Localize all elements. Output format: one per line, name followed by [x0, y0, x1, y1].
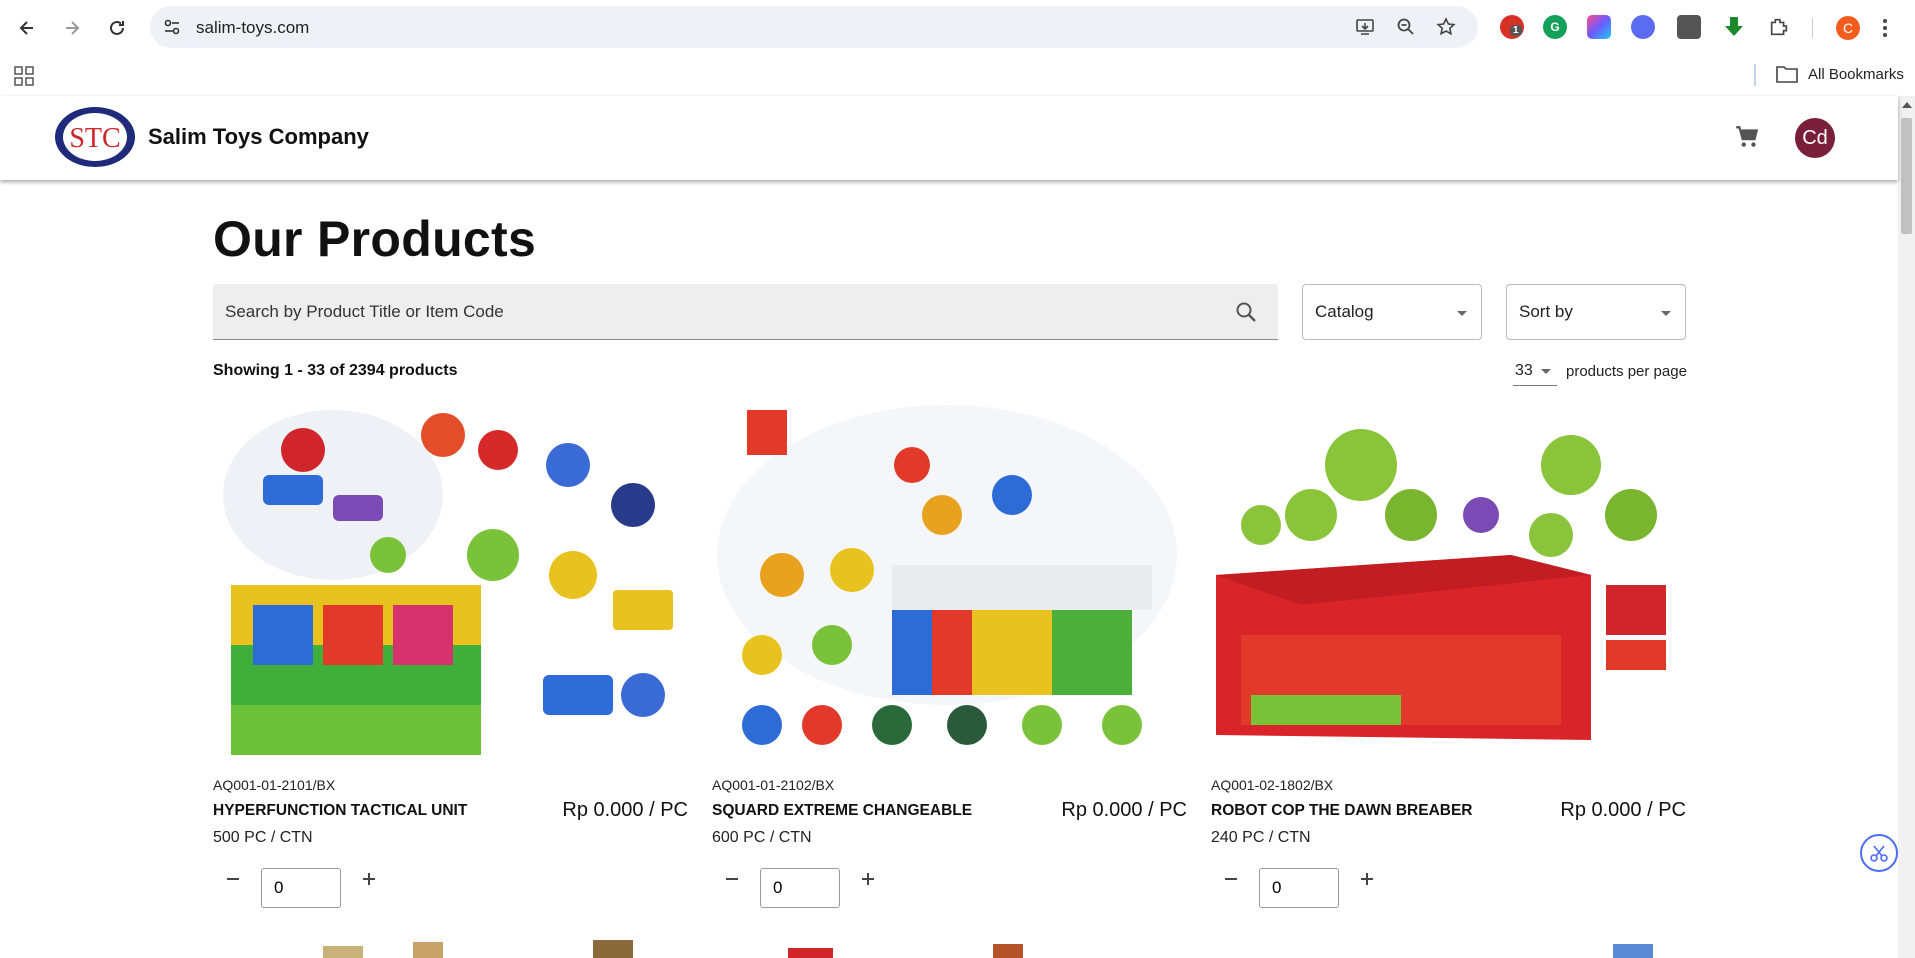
bookmark-star-icon[interactable]	[1436, 17, 1456, 37]
back-button[interactable]	[11, 12, 43, 44]
product-price: Rp 0.000 / PC	[562, 799, 688, 821]
product-code: AQ001-01-2101/BX	[213, 777, 336, 793]
product-image[interactable]	[213, 405, 688, 760]
floating-assistant-button[interactable]	[1860, 834, 1898, 872]
browser-profile-button[interactable]: C	[1836, 16, 1860, 40]
product-image[interactable]	[712, 405, 1187, 760]
product-price: Rp 0.000 / PC	[1560, 799, 1686, 821]
plus-icon	[1361, 873, 1373, 885]
browser-toolbar: salim-toys.com 1 G C	[0, 0, 1915, 56]
color-picker-extension-icon[interactable]	[1587, 15, 1611, 39]
minus-icon	[227, 878, 239, 880]
chevron-down-icon	[1541, 369, 1551, 374]
plus-icon	[862, 873, 874, 885]
user-avatar[interactable]: Cd	[1795, 118, 1835, 158]
increase-quantity-button[interactable]	[357, 867, 381, 891]
toolbar-divider	[1812, 18, 1813, 38]
brand-name[interactable]: Salim Toys Company	[148, 124, 369, 150]
extension-badge: 1	[1510, 25, 1522, 36]
catalog-label: Catalog	[1315, 302, 1374, 321]
forward-button[interactable]	[56, 12, 88, 44]
site-info-icon[interactable]	[162, 17, 182, 37]
page-title: Our Products	[213, 211, 537, 267]
folder-icon	[1776, 66, 1798, 83]
product-card: AQ001-01-2102/BX SQUARD EXTREME CHANGEAB…	[712, 405, 1187, 915]
product-card: AQ001-01-2101/BX HYPERFUNCTION TACTICAL …	[213, 405, 688, 915]
minus-icon	[726, 878, 738, 880]
back-arrow-icon	[19, 21, 33, 35]
all-bookmarks-button[interactable]: All Bookmarks	[1776, 65, 1904, 83]
chevron-down-icon	[1457, 311, 1467, 316]
sort-label: Sort by	[1519, 302, 1573, 321]
product-search[interactable]	[213, 284, 1278, 340]
decrease-quantity-button[interactable]	[720, 867, 744, 891]
page-scrollbar[interactable]	[1898, 96, 1915, 958]
site-header: STC Salim Toys Company Cd	[0, 96, 1898, 180]
decrease-quantity-button[interactable]	[1219, 867, 1243, 891]
minus-icon	[1225, 878, 1237, 880]
next-product-row-preview	[213, 930, 1688, 958]
all-bookmarks-label: All Bookmarks	[1808, 65, 1904, 83]
increase-quantity-button[interactable]	[1355, 867, 1379, 891]
catalog-select[interactable]: Catalog	[1302, 284, 1482, 340]
product-code: AQ001-01-2102/BX	[712, 777, 835, 793]
search-icon[interactable]	[1235, 301, 1257, 323]
robot-extension-icon[interactable]	[1677, 15, 1701, 39]
extension-red-icon[interactable]: 1	[1500, 15, 1524, 39]
quantity-input[interactable]	[1259, 868, 1339, 908]
results-count: Showing 1 - 33 of 2394 products	[213, 362, 458, 379]
zoom-icon[interactable]	[1396, 17, 1416, 37]
product-pack-size: 600 PC / CTN	[712, 829, 812, 846]
extensions-puzzle-icon[interactable]	[1767, 15, 1791, 39]
chevron-down-icon	[1661, 311, 1671, 316]
increase-quantity-button[interactable]	[856, 867, 880, 891]
scissors-icon	[1870, 845, 1888, 862]
product-card: AQ001-02-1802/BX ROBOT COP THE DAWN BREA…	[1211, 405, 1686, 915]
quantity-input[interactable]	[261, 868, 341, 908]
plus-icon	[363, 873, 375, 885]
address-bar[interactable]: salim-toys.com	[150, 6, 1478, 48]
quantity-input[interactable]	[760, 868, 840, 908]
product-title[interactable]: ROBOT COP THE DAWN BREABER	[1211, 802, 1473, 820]
reload-icon	[110, 20, 124, 35]
product-image[interactable]	[1211, 405, 1686, 760]
scroll-up-arrow-icon[interactable]	[1902, 102, 1912, 108]
sort-select[interactable]: Sort by	[1506, 284, 1686, 340]
product-title[interactable]: HYPERFUNCTION TACTICAL UNIT	[213, 802, 467, 820]
bookmarks-bar: All Bookmarks	[0, 56, 1915, 96]
per-page-value: 33	[1515, 362, 1533, 379]
per-page-select[interactable]: 33	[1513, 358, 1557, 386]
scroll-thumb[interactable]	[1901, 118, 1912, 234]
logo-text: STC	[69, 123, 120, 154]
product-pack-size: 240 PC / CTN	[1211, 829, 1311, 846]
download-extension-icon[interactable]	[1722, 15, 1746, 39]
product-code: AQ001-02-1802/BX	[1211, 777, 1334, 793]
search-input[interactable]	[225, 284, 1205, 340]
cart-icon[interactable]	[1734, 124, 1760, 150]
product-pack-size: 500 PC / CTN	[213, 829, 313, 846]
forward-arrow-icon	[66, 21, 80, 35]
reload-button[interactable]	[101, 12, 133, 44]
company-logo[interactable]: STC	[54, 106, 136, 168]
assistant-extension-icon[interactable]	[1631, 15, 1655, 39]
bookmarks-divider	[1754, 64, 1756, 86]
grammarly-icon[interactable]: G	[1543, 15, 1567, 39]
decrease-quantity-button[interactable]	[221, 867, 245, 891]
product-price: Rp 0.000 / PC	[1061, 799, 1187, 821]
install-app-icon[interactable]	[1355, 17, 1375, 37]
browser-menu-icon[interactable]	[1882, 18, 1888, 38]
url-text[interactable]: salim-toys.com	[196, 18, 309, 38]
product-title[interactable]: SQUARD EXTREME CHANGEABLE	[712, 802, 972, 820]
per-page-label: products per page	[1566, 363, 1687, 380]
apps-grid-icon[interactable]	[14, 66, 34, 86]
